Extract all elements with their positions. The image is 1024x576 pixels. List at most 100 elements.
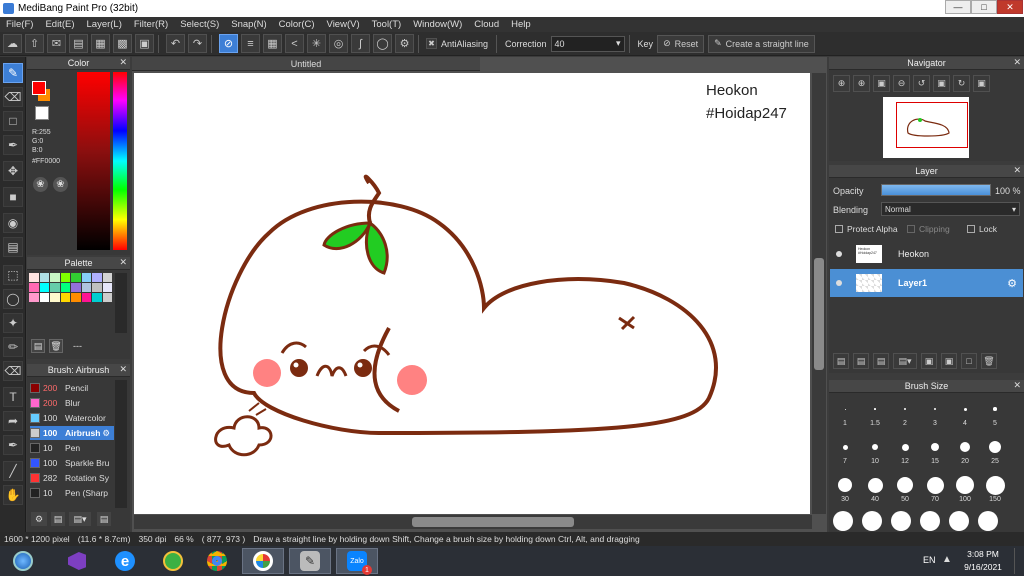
layer-delete-icon[interactable]: 🗑 (981, 353, 997, 369)
visibility-eye-icon[interactable] (836, 251, 842, 257)
brush-item[interactable]: 10 Pen (Sharp (30, 486, 114, 500)
antialiasing-checkbox[interactable]: ✖ (426, 38, 437, 49)
palette-swatch[interactable] (71, 273, 81, 282)
document-icon[interactable]: ▤ (69, 34, 88, 53)
palette-swatch[interactable] (60, 273, 70, 282)
settings-gear-icon[interactable]: ⚙ (395, 34, 414, 53)
color-sliders-icon[interactable]: ❀ (53, 177, 68, 192)
palette-swatch[interactable] (71, 283, 81, 292)
palette-swatch[interactable] (102, 293, 112, 302)
select-rect-icon[interactable]: ⬚ (3, 265, 23, 285)
brush-size-option[interactable]: 25 (983, 436, 1007, 470)
brush-size-dot[interactable] (949, 511, 969, 531)
brush-size-dot[interactable] (833, 511, 853, 531)
brush-delete-icon[interactable]: ▤ (97, 512, 111, 526)
layer-settings-gear-icon[interactable]: ⚙ (1007, 277, 1017, 290)
new-layer-icon[interactable]: ▤ (833, 353, 849, 369)
brush-size-option[interactable]: 50 (893, 474, 917, 508)
ellipse-snap-icon[interactable]: ◯ (373, 34, 392, 53)
palette-swatch[interactable] (102, 283, 112, 292)
brush-size-option[interactable]: 5 (983, 398, 1007, 432)
parallel-snap-icon[interactable]: ≡ (241, 34, 260, 53)
palette-swatch[interactable] (81, 273, 91, 282)
taskbar-medibang[interactable]: ✎ (289, 548, 331, 574)
palette-swatch[interactable] (71, 293, 81, 302)
taskbar-app-3[interactable] (152, 548, 194, 574)
gradient-tool-icon[interactable]: ▤ (3, 237, 23, 257)
flip-icon[interactable]: ▣ (933, 75, 950, 92)
brush-size-option[interactable]: 7 (833, 436, 857, 470)
add-palette-icon[interactable]: ▤ (31, 339, 45, 353)
folder-icon[interactable]: ▣ (921, 353, 937, 369)
palette-swatch[interactable] (102, 273, 112, 282)
palette-swatch[interactable] (39, 283, 49, 292)
palette-swatch[interactable] (50, 293, 60, 302)
zoom-in-icon[interactable]: ⊕ (833, 75, 850, 92)
menu-snap[interactable]: Snap(N) (225, 19, 272, 30)
taskbar-visual-studio[interactable] (56, 548, 98, 574)
layer-mask-icon[interactable]: □ (961, 353, 977, 369)
zoom-out-icon[interactable]: ⊖ (893, 75, 910, 92)
language-indicator[interactable]: EN (923, 555, 936, 565)
horizontal-scroll-thumb[interactable] (412, 517, 574, 527)
close-panel-icon[interactable]: ✕ (119, 364, 127, 375)
add-layer-menu-icon[interactable]: ▤▾ (893, 353, 917, 369)
color-wheel-icon[interactable]: ❀ (33, 177, 48, 192)
brush-item[interactable]: 200 Blur (30, 396, 114, 410)
operation-tool-icon[interactable]: ➦ (3, 411, 23, 431)
close-panel-icon[interactable]: ✕ (1013, 380, 1021, 391)
pen-tool-icon[interactable]: ✒ (3, 135, 23, 155)
brush-size-option[interactable]: 20 (953, 436, 977, 470)
brush-item[interactable]: 100 Sparkle Bru (30, 456, 114, 470)
menu-tool[interactable]: Tool(T) (366, 19, 408, 30)
rotate-right-icon[interactable]: ↻ (953, 75, 970, 92)
hue-slider[interactable] (113, 72, 127, 250)
close-panel-icon[interactable]: ✕ (1013, 57, 1021, 68)
layer-row-layer1[interactable]: Layer1 ⚙ (830, 269, 1023, 297)
grid-pages-icon[interactable]: ▩ (113, 34, 132, 53)
menu-edit[interactable]: Edit(E) (39, 19, 80, 30)
lock-checkbox[interactable] (967, 225, 975, 233)
correction-select[interactable]: 40 ▾ (550, 35, 625, 52)
palette-swatch[interactable] (81, 283, 91, 292)
menu-filter[interactable]: Filter(R) (128, 19, 174, 30)
brush-size-option[interactable]: 15 (923, 436, 947, 470)
palette-swatch[interactable] (29, 273, 39, 282)
minimize-button[interactable]: — (945, 0, 971, 14)
new-color-layer-icon[interactable]: ▤ (853, 353, 869, 369)
menu-select[interactable]: Select(S) (174, 19, 225, 30)
clipping-checkbox[interactable] (907, 225, 915, 233)
opacity-slider[interactable] (881, 184, 991, 196)
brush-size-option[interactable]: 1 (833, 398, 857, 432)
start-button[interactable] (2, 548, 44, 574)
visibility-eye-icon[interactable] (836, 280, 842, 286)
straight-line-button[interactable]: ✎ Create a straight line (708, 34, 815, 53)
show-desktop-button[interactable] (1014, 548, 1022, 574)
brush-item[interactable]: 100 Watercolor (30, 411, 114, 425)
redo-icon[interactable]: ↷ (188, 34, 207, 53)
transparent-color-swatch[interactable] (35, 106, 49, 120)
palette-swatch[interactable] (92, 273, 102, 282)
hand-tool-icon[interactable]: ✋ (3, 485, 23, 505)
text-tool-icon[interactable]: T (3, 387, 23, 407)
brush-item[interactable]: 100 Airbrush ⚙ (30, 426, 114, 440)
menu-cloud[interactable]: Cloud (468, 19, 505, 30)
navigator-thumbnail[interactable] (883, 97, 969, 158)
rotate-left-icon[interactable]: ↺ (913, 75, 930, 92)
pages-icon[interactable]: ▣ (135, 34, 154, 53)
palette-swatch[interactable] (60, 283, 70, 292)
tray-arrow-icon[interactable]: ▲ (942, 554, 952, 565)
saturation-value-area[interactable] (77, 72, 110, 250)
brush-scrollbar[interactable] (115, 380, 127, 508)
vanishing-snap-icon[interactable]: < (285, 34, 304, 53)
zoom-100-icon[interactable]: ⊕ (853, 75, 870, 92)
palette-swatch[interactable] (29, 283, 39, 292)
merge-layer-icon[interactable]: ▣ (941, 353, 957, 369)
duplicate-layer-icon[interactable]: ▤ (873, 353, 889, 369)
taskbar-app-5[interactable] (242, 548, 284, 574)
select-pen-icon[interactable]: ✏ (3, 337, 23, 357)
eraser-tool-icon[interactable]: ⌫ (3, 87, 23, 107)
reset-view-icon[interactable]: ▣ (973, 75, 990, 92)
radial-snap-icon[interactable]: ✳ (307, 34, 326, 53)
curve-snap-icon[interactable]: ∫ (351, 34, 370, 53)
